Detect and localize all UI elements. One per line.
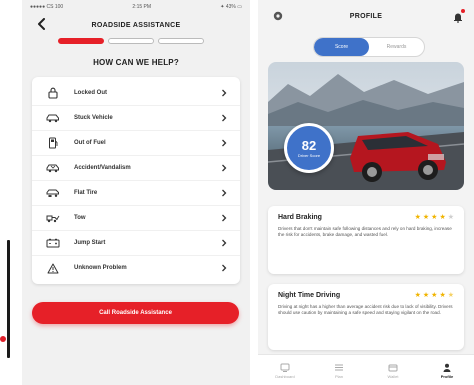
chevron-right-icon — [222, 239, 227, 247]
options-list: Locked Out Stuck Vehicle Out of Fuel Acc… — [32, 77, 240, 284]
gear-icon[interactable] — [272, 10, 284, 22]
option-unknown-problem[interactable]: Unknown Problem — [32, 256, 240, 280]
tab-wallet[interactable]: Wallet — [366, 355, 420, 385]
tab-label: Profile — [440, 373, 454, 379]
call-roadside-button[interactable]: Call Roadside Assistance — [32, 302, 239, 324]
back-arrow-icon[interactable] — [36, 18, 48, 30]
warning-icon — [46, 262, 60, 274]
driver-score-label: Driver Score — [297, 152, 321, 158]
option-accident-vandalism[interactable]: Accident/Vandalism — [32, 156, 240, 181]
tab-plan[interactable]: Plan — [312, 355, 366, 385]
chevron-right-icon — [222, 89, 227, 97]
driver-score-value: 82 — [301, 137, 317, 153]
status-bar: ●●●●● CS 100 2:15 PM ✦ 43% ▭ — [22, 0, 250, 14]
edge-dot — [0, 336, 6, 342]
card-header: Hard Braking ★ ★ ★ ★ ★ — [278, 214, 454, 221]
fuel-icon — [46, 137, 60, 149]
page-title: ROADSIDE ASSISTANCE — [91, 21, 181, 29]
hard-braking-card[interactable]: Hard Braking ★ ★ ★ ★ ★ Drivers that don'… — [268, 206, 464, 274]
roadside-header: ROADSIDE ASSISTANCE — [22, 14, 250, 36]
progress-step-1 — [58, 38, 104, 44]
chevron-right-icon — [222, 164, 227, 172]
star-icon: ★ — [414, 292, 421, 299]
profile-screen: PROFILE Score Rewards 82 Driver Score Ha… — [258, 0, 474, 385]
star-icon: ★ — [439, 292, 446, 299]
chevron-right-icon — [222, 114, 227, 122]
score-rewards-toggle: Score Rewards — [313, 37, 425, 57]
accident-car-icon — [46, 162, 60, 174]
night-driving-card[interactable]: Night Time Driving ★ ★ ★ ★ ★ Driving at … — [268, 284, 464, 350]
profile-icon — [443, 363, 451, 372]
option-tow[interactable]: Tow — [32, 206, 240, 231]
option-label: Unknown Problem — [74, 265, 127, 271]
help-question: HOW CAN WE HELP? — [93, 58, 179, 67]
flat-tire-icon — [46, 187, 60, 199]
card-header: Night Time Driving ★ ★ ★ ★ ★ — [278, 292, 454, 299]
tab-label: Plan — [334, 373, 343, 379]
star-icon: ★ — [439, 214, 446, 221]
star-empty-icon: ★ — [447, 214, 454, 221]
chevron-right-icon — [222, 139, 227, 147]
driver-score-badge: 82 Driver Score — [284, 123, 334, 173]
star-icon: ★ — [431, 292, 438, 299]
profile-header: PROFILE — [258, 0, 474, 32]
card-title: Night Time Driving — [278, 292, 341, 299]
progress-step-3 — [158, 38, 204, 44]
star-rating: ★ ★ ★ ★ ★ — [415, 292, 454, 299]
wallet-icon — [388, 364, 398, 371]
option-label: Locked Out — [74, 90, 108, 96]
star-icon: ★ — [422, 214, 430, 221]
option-locked-out[interactable]: Locked Out — [32, 81, 240, 106]
tab-label: Wallet — [387, 373, 399, 379]
option-out-of-fuel[interactable]: Out of Fuel — [32, 131, 240, 156]
option-stuck-vehicle[interactable]: Stuck Vehicle — [32, 106, 240, 131]
card-body: Drivers that don't maintain safe followi… — [278, 226, 452, 237]
lock-icon — [46, 87, 60, 99]
option-jump-start[interactable]: Jump Start — [32, 231, 240, 256]
star-icon: ★ — [422, 292, 430, 299]
progress-steps — [22, 38, 250, 52]
tab-rewards[interactable]: Rewards — [369, 38, 424, 56]
chevron-right-icon — [222, 189, 227, 197]
status-time: 2:15 PM — [132, 4, 152, 10]
tab-dashboard[interactable]: Dashboard — [258, 355, 312, 385]
option-label: Flat Tire — [74, 190, 98, 196]
star-icon: ★ — [414, 214, 421, 221]
status-carrier: ●●●●● CS 100 — [30, 4, 64, 10]
card-body: Driving at night has a higher than avera… — [278, 304, 453, 315]
tab-score[interactable]: Score — [314, 38, 369, 56]
dashboard-icon — [280, 363, 290, 372]
option-flat-tire[interactable]: Flat Tire — [32, 181, 240, 206]
notification-badge — [461, 9, 465, 13]
page-title: PROFILE — [349, 12, 383, 20]
option-label: Stuck Vehicle — [74, 115, 113, 121]
stuck-car-icon — [46, 112, 60, 124]
star-half-icon: ★ — [447, 292, 454, 299]
status-battery: ✦ 43% ▭ — [220, 4, 242, 10]
edge-fragment — [0, 240, 12, 360]
tab-label: Dashboard — [275, 373, 295, 379]
option-label: Accident/Vandalism — [74, 165, 131, 171]
star-icon: ★ — [431, 214, 438, 221]
roadside-screen: ●●●●● CS 100 2:15 PM ✦ 43% ▭ ROADSIDE AS… — [22, 0, 250, 385]
chevron-right-icon — [222, 214, 227, 222]
tow-truck-icon — [46, 212, 60, 224]
star-rating: ★ ★ ★ ★ ★ — [415, 214, 454, 221]
progress-step-2 — [108, 38, 154, 44]
option-label: Out of Fuel — [74, 140, 106, 146]
option-label: Tow — [74, 215, 86, 221]
bottom-tab-bar: Dashboard Plan Wallet Profile — [258, 354, 474, 385]
tab-profile[interactable]: Profile — [420, 355, 474, 385]
option-label: Jump Start — [74, 240, 106, 246]
bell-icon[interactable] — [452, 9, 465, 23]
chevron-right-icon — [222, 264, 227, 272]
list-icon — [335, 364, 343, 370]
card-title: Hard Braking — [278, 214, 322, 221]
edge-bar — [7, 240, 10, 358]
battery-icon — [46, 237, 60, 249]
